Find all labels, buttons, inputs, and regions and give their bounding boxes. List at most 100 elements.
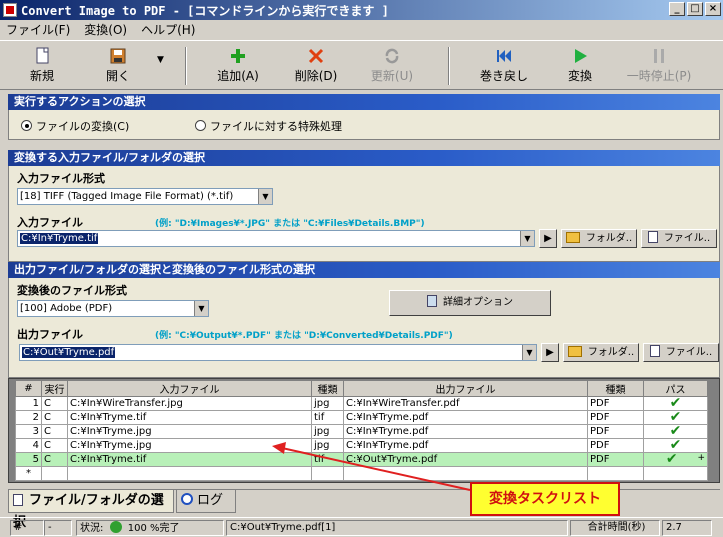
output-format-select[interactable]: [100] Adobe (PDF) ▼ [17,300,209,317]
table-cell[interactable]: PDF [587,410,644,425]
table-cell[interactable] [343,466,588,481]
col-pass[interactable]: パス [643,380,708,397]
folder-icon [567,346,582,357]
table-cell[interactable]: PDF [587,424,644,439]
table-cell[interactable]: jpg [311,424,344,439]
chevron-down-icon[interactable]: ▼ [522,345,536,360]
col-num[interactable]: # [15,380,42,397]
table-cell[interactable]: C [41,396,68,411]
input-run-button[interactable]: ▶ [539,229,557,248]
table-cell[interactable]: C [41,424,68,439]
menu-convert[interactable]: 変換(O) [84,21,127,38]
table-cell[interactable]: tif [311,452,344,467]
table-row[interactable]: 2 C C:¥In¥Tryme.tif tif C:¥In¥Tryme.pdf PDF ✔ [15,410,708,425]
table-row[interactable]: 4 C C:¥In¥Tryme.jpg jpg C:¥In¥Tryme.pdf PDF ✔ [15,438,708,453]
tab-files[interactable]: ファイル/フォルダの選択 [8,490,174,530]
table-cell[interactable]: PDF [587,452,644,467]
rewind-button[interactable]: 巻き戻し [472,45,536,87]
table-cell[interactable] [587,466,644,481]
col-output-type[interactable]: 種類 [587,380,644,397]
table-cell[interactable]: C:¥In¥Tryme.tif [67,452,312,467]
table-cell[interactable]: C [41,452,68,467]
maximize-button[interactable]: □ [687,2,703,16]
open-button[interactable]: 開く [86,45,150,87]
output-run-button[interactable]: ▶ [541,343,559,362]
input-folder-button[interactable]: フォルダ.. [561,229,637,248]
output-folder-button[interactable]: フォルダ.. [563,343,639,362]
table-cell[interactable] [311,466,344,481]
table-cell[interactable]: jpg [311,438,344,453]
new-button[interactable]: 新規 [10,45,74,87]
table-cell[interactable]: C:¥In¥WireTransfer.pdf [343,396,588,411]
table-row[interactable]: 1 C C:¥In¥WireTransfer.jpg jpg C:¥In¥WireTra… [15,396,708,411]
output-file-button[interactable]: ファイル.. [643,343,719,362]
chevron-down-icon[interactable]: ▼ [194,301,208,316]
convert-button[interactable]: 変換 [548,45,612,87]
table-cell[interactable]: C:¥In¥Tryme.pdf [343,410,588,425]
table-cell[interactable]: C:¥In¥Tryme.pdf [343,438,588,453]
open-dropdown-icon[interactable]: ▼ [157,55,164,65]
pass-check-icon[interactable]: ✔ [643,396,708,411]
table-cell[interactable]: C [41,438,68,453]
table-cell[interactable]: 4 [15,438,42,453]
table-cell[interactable]: 5 [15,452,42,467]
table-cell[interactable] [643,466,708,481]
table-cell[interactable]: 1 [15,396,42,411]
col-output[interactable]: 出力ファイル [343,380,588,397]
pass-check-icon[interactable]: ✔ [643,438,708,453]
col-input-type[interactable]: 種類 [311,380,344,397]
pause-button[interactable]: 一時停止(P) [624,45,694,87]
table-cell[interactable]: 2 [15,410,42,425]
refresh-icon [385,48,399,64]
table-cell[interactable]: C [41,410,68,425]
globe-icon [109,521,122,533]
input-file-button[interactable]: ファイル.. [641,229,717,248]
chevron-down-icon[interactable]: ▼ [520,231,534,246]
table-cell[interactable]: C:¥In¥Tryme.jpg [67,424,312,439]
pass-check-icon[interactable]: ✔ [643,410,708,425]
status-hash: # [10,520,44,536]
output-file-field[interactable]: C:¥Out¥Tryme.pdf ▼ [19,344,537,361]
table-cell[interactable]: C:¥In¥Tryme.jpg [67,438,312,453]
table-cell[interactable]: C:¥In¥Tryme.pdf [343,424,588,439]
radio-convert[interactable]: ファイルの変換(C) [21,118,129,134]
col-input[interactable]: 入力ファイル [67,380,312,397]
table-cell[interactable]: C:¥In¥WireTransfer.jpg [67,396,312,411]
app-icon [3,3,17,17]
table-cell[interactable]: C:¥In¥Tryme.tif [67,410,312,425]
detail-options-button[interactable]: 詳細オプション [389,290,551,316]
delete-button[interactable]: 削除(D) [284,45,348,87]
table-cell[interactable]: tif [311,410,344,425]
input-format-select[interactable]: [18] TIFF (Tagged Image File Format) (*.… [17,188,273,205]
update-button[interactable]: 更新(U) [360,45,424,87]
col-exec[interactable]: 実行 [41,380,68,397]
table-cell[interactable]: PDF [587,438,644,453]
table-cell[interactable]: jpg [311,396,344,411]
pass-check-icon[interactable]: ✔ + [643,452,708,467]
add-button[interactable]: 追加(A) [206,45,270,87]
table-cell[interactable]: C:¥Out¥Tryme.pdf [343,452,588,467]
table-cell[interactable]: 3 [15,424,42,439]
table-row[interactable]: 3 C C:¥In¥Tryme.jpg jpg C:¥In¥Tryme.pdf PDF ✔ [15,424,708,439]
new-row-marker[interactable]: * [15,466,42,481]
minimize-button[interactable]: _ [669,2,685,16]
input-section: 変換する入力ファイル/フォルダの選択 入力ファイル形式 [18] TIFF (T… [8,150,720,262]
menu-file[interactable]: ファイル(F) [6,21,70,38]
plus-icon [231,49,245,63]
close-button[interactable]: × [705,2,721,16]
table-cell[interactable]: PDF [587,396,644,411]
tab-log[interactable]: ログ [176,490,236,513]
action-section: 実行するアクションの選択 ファイルの変換(C) ファイルに対する特殊処理 [8,94,720,140]
options-icon [427,295,437,307]
menu-help[interactable]: ヘルプ(H) [141,21,195,38]
pass-check-icon[interactable]: ✔ [643,424,708,439]
table-row[interactable]: 5 C C:¥In¥Tryme.tif tif C:¥Out¥Tryme.pdf PDF ✔… [15,452,708,467]
chevron-down-icon[interactable]: ▼ [258,189,272,204]
status-dash: - [44,520,72,536]
input-file-field[interactable]: C:¥In¥Tryme.tif ▼ [17,230,535,247]
radio-special[interactable]: ファイルに対する特殊処理 [195,118,342,134]
new-row[interactable]: * [15,466,708,481]
add-row-icon[interactable]: + [697,454,705,464]
table-cell[interactable] [67,466,312,481]
table-cell[interactable] [41,466,68,481]
